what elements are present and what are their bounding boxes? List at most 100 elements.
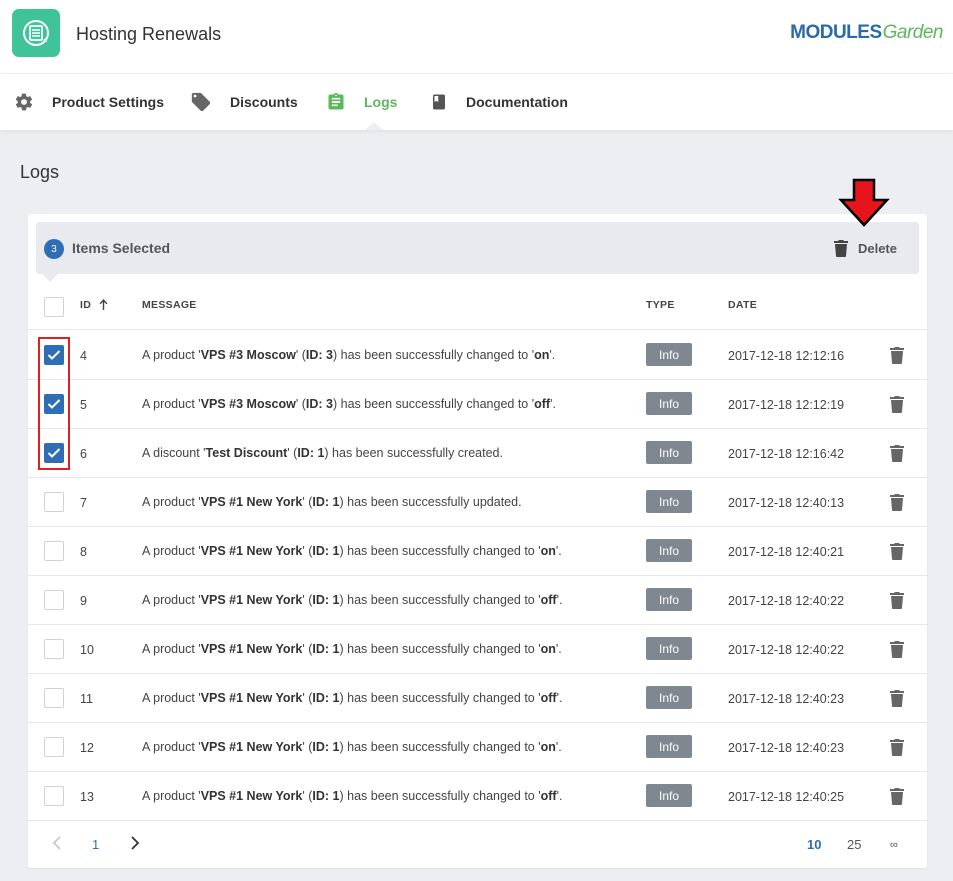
- tab-label: Product Settings: [52, 94, 165, 110]
- tab-logs[interactable]: Logs: [326, 74, 397, 130]
- cell-date: 2017-12-18 12:40:23: [728, 692, 845, 706]
- page-size-10[interactable]: 10: [807, 837, 821, 852]
- msg-text: A product ': [142, 740, 201, 754]
- selection-bar: 3 Items Selected Delete: [36, 222, 919, 274]
- header-message[interactable]: MESSAGE: [142, 299, 197, 311]
- msg-bold: off: [534, 397, 551, 411]
- msg-bold: VPS #3 Moscow: [200, 348, 296, 362]
- row-delete-trash-icon[interactable]: [890, 640, 904, 658]
- row-delete-trash-icon[interactable]: [890, 542, 904, 560]
- msg-bold: ID: 1: [312, 740, 340, 754]
- msg-bold: ID: 3: [305, 397, 333, 411]
- msg-text: A product ': [142, 495, 201, 509]
- type-badge: Info: [646, 735, 692, 758]
- msg-text: '.: [555, 642, 562, 656]
- book-icon: [430, 92, 448, 112]
- cell-id: 6: [80, 447, 87, 461]
- cell-id: 11: [80, 692, 93, 706]
- tab-documentation[interactable]: Documentation: [430, 74, 568, 130]
- msg-bold: ID: 1: [312, 495, 340, 509]
- cell-message: A product 'VPS #1 New York' (ID: 1) has …: [142, 740, 562, 754]
- cell-message: A product 'VPS #1 New York' (ID: 1) has …: [142, 642, 562, 656]
- msg-text: ' (: [302, 691, 313, 705]
- msg-text: ) has been successfully changed to ': [339, 544, 541, 558]
- chevron-left-icon[interactable]: [52, 836, 62, 853]
- msg-text: A discount ': [142, 446, 206, 460]
- active-tab-caret: [365, 122, 383, 130]
- tab-discounts[interactable]: Discounts: [190, 74, 298, 130]
- msg-text: ) has been successfully changed to ': [333, 397, 535, 411]
- row-checkbox[interactable]: [44, 786, 64, 806]
- app-title: Hosting Renewals: [76, 24, 222, 44]
- msg-text: ' (: [302, 740, 313, 754]
- row-checkbox[interactable]: [44, 590, 64, 610]
- row-checkbox[interactable]: [44, 639, 64, 659]
- msg-text: ' (: [302, 789, 313, 803]
- row-delete-trash-icon[interactable]: [890, 395, 904, 413]
- tab-product-settings[interactable]: Product Settings: [14, 74, 164, 130]
- cell-id: 9: [80, 594, 87, 608]
- page-size-25[interactable]: 25: [847, 837, 861, 852]
- msg-text: A product ': [142, 544, 201, 558]
- gear-icon: [14, 92, 34, 112]
- row-delete-trash-icon[interactable]: [890, 591, 904, 609]
- type-badge: Info: [646, 588, 692, 611]
- mass-delete-button[interactable]: Delete: [833, 236, 897, 260]
- app-header: Hosting Renewals MODULES Garden: [0, 0, 953, 74]
- cell-message: A product 'VPS #3 Moscow' (ID: 3) has be…: [142, 348, 555, 362]
- row-delete-trash-icon[interactable]: [890, 493, 904, 511]
- msg-text: ) has been successfully changed to ': [339, 789, 541, 803]
- row-checkbox[interactable]: [44, 541, 64, 561]
- msg-bold: off: [540, 789, 557, 803]
- type-badge: Info: [646, 686, 692, 709]
- pagination: 1 10 25 ∞: [28, 820, 927, 868]
- table-row: 10 A product 'VPS #1 New York' (ID: 1) ha…: [28, 625, 927, 674]
- row-delete-trash-icon[interactable]: [890, 346, 904, 364]
- row-delete-trash-icon[interactable]: [890, 444, 904, 462]
- msg-bold: Test Discount: [205, 446, 288, 460]
- cell-date: 2017-12-18 12:12:19: [728, 398, 845, 412]
- cell-message: A product 'VPS #1 New York' (ID: 1) has …: [142, 789, 562, 803]
- table-row: 12 A product 'VPS #1 New York' (ID: 1) ha…: [28, 723, 927, 772]
- tab-label: Logs: [364, 94, 398, 110]
- msg-text: A product ': [142, 593, 201, 607]
- msg-text: A product ': [142, 397, 201, 411]
- row-checkbox[interactable]: [44, 492, 64, 512]
- cell-id: 4: [80, 349, 87, 363]
- row-delete-trash-icon[interactable]: [890, 738, 904, 756]
- page-number-1[interactable]: 1: [92, 837, 99, 852]
- msg-text: A product ': [142, 691, 201, 705]
- msg-bold: on: [540, 740, 556, 754]
- msg-bold: off: [540, 593, 557, 607]
- row-delete-trash-icon[interactable]: [890, 689, 904, 707]
- chevron-right-icon[interactable]: [130, 836, 140, 853]
- msg-bold: VPS #1 New York: [200, 740, 303, 754]
- msg-text: ) has been successfully changed to ': [339, 740, 541, 754]
- selected-label: Items Selected: [72, 240, 171, 256]
- header-type[interactable]: TYPE: [646, 299, 675, 311]
- type-badge: Info: [646, 784, 692, 807]
- row-delete-trash-icon[interactable]: [890, 787, 904, 805]
- msg-bold: VPS #1 New York: [200, 544, 303, 558]
- table-row: 4 A product 'VPS #3 Moscow' (ID: 3) has b…: [28, 331, 927, 380]
- header-date[interactable]: DATE: [728, 299, 757, 311]
- msg-text: '.: [556, 593, 563, 607]
- modulesgarden-logo[interactable]: MODULES Garden: [790, 22, 943, 44]
- msg-bold: on: [534, 348, 550, 362]
- row-checkbox[interactable]: [44, 688, 64, 708]
- row-checkbox[interactable]: [44, 737, 64, 757]
- select-all-checkbox[interactable]: [44, 297, 64, 317]
- msg-bold: ID: 1: [312, 544, 340, 558]
- header-id[interactable]: ID: [80, 299, 108, 313]
- header-id-label: ID: [80, 299, 92, 311]
- brand-sub-text: Garden: [882, 22, 944, 43]
- page-size-all[interactable]: ∞: [890, 839, 898, 851]
- msg-bold: VPS #3 Moscow: [200, 397, 296, 411]
- cell-date: 2017-12-18 12:40:13: [728, 496, 845, 510]
- cell-date: 2017-12-18 12:40:23: [728, 741, 845, 755]
- msg-bold: ID: 1: [312, 789, 340, 803]
- cell-message: A product 'VPS #1 New York' (ID: 1) has …: [142, 544, 562, 558]
- selection-bar-caret: [42, 274, 58, 282]
- delete-label: Delete: [857, 240, 897, 256]
- msg-bold: VPS #1 New York: [200, 691, 303, 705]
